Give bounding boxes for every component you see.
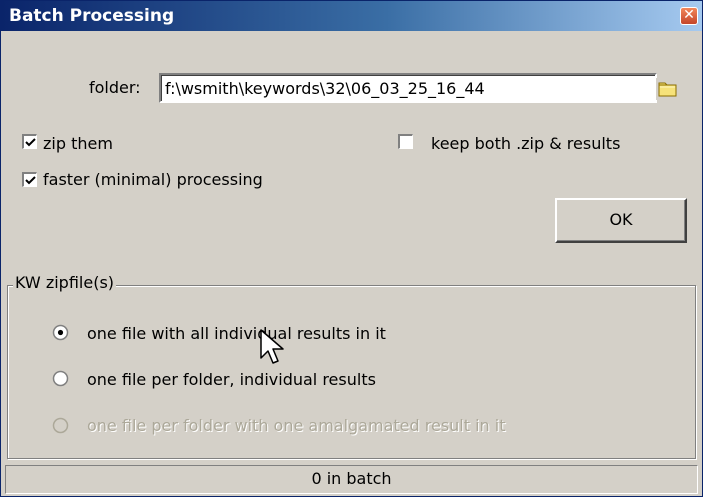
radio-one-file-all-results[interactable] — [52, 324, 69, 341]
keep-both-label[interactable]: keep both .zip & results — [431, 134, 620, 153]
radio-one-file-amalgamated — [52, 417, 69, 434]
folder-path-input[interactable]: f:\wsmith\keywords\32\06_03_25_16_44 — [159, 73, 657, 103]
window-title: Batch Processing — [9, 6, 175, 26]
close-button[interactable]: ✕ — [680, 7, 698, 25]
mouse-pointer-icon — [260, 329, 284, 364]
folder-browse-button[interactable] — [655, 77, 681, 101]
radio-one-file-per-folder-label[interactable]: one file per folder, individual results — [87, 370, 376, 389]
close-icon: ✕ — [683, 7, 695, 23]
folder-label: folder: — [89, 78, 141, 97]
checkmark-icon — [25, 138, 36, 147]
kw-zipfile-group-legend: KW zipfile(s) — [13, 273, 117, 292]
faster-processing-checkbox[interactable] — [22, 172, 37, 187]
checkmark-icon — [25, 176, 36, 185]
folder-icon — [656, 78, 680, 100]
status-bar: 0 in batch — [5, 465, 698, 494]
batch-processing-dialog: Batch Processing ✕ folder: f:\wsmith\key… — [0, 0, 703, 497]
radio-one-file-all-results-label[interactable]: one file with all individual results in … — [87, 324, 386, 343]
zip-them-checkbox[interactable] — [22, 134, 37, 149]
zip-them-label[interactable]: zip them — [43, 134, 113, 153]
title-bar[interactable]: Batch Processing ✕ — [1, 1, 702, 31]
radio-one-file-per-folder[interactable] — [52, 370, 69, 387]
ok-button[interactable]: OK — [555, 198, 687, 243]
radio-one-file-amalgamated-label: one file per folder with one amalgamated… — [87, 416, 506, 435]
faster-processing-label[interactable]: faster (minimal) processing — [43, 170, 263, 189]
keep-both-checkbox[interactable] — [398, 134, 413, 149]
